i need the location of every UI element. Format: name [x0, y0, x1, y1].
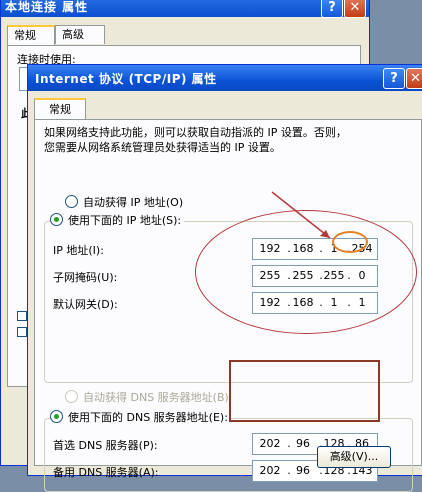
annotation-circle	[332, 231, 368, 253]
annotation-rectangle	[229, 360, 380, 422]
annotation-ellipse	[195, 210, 417, 334]
